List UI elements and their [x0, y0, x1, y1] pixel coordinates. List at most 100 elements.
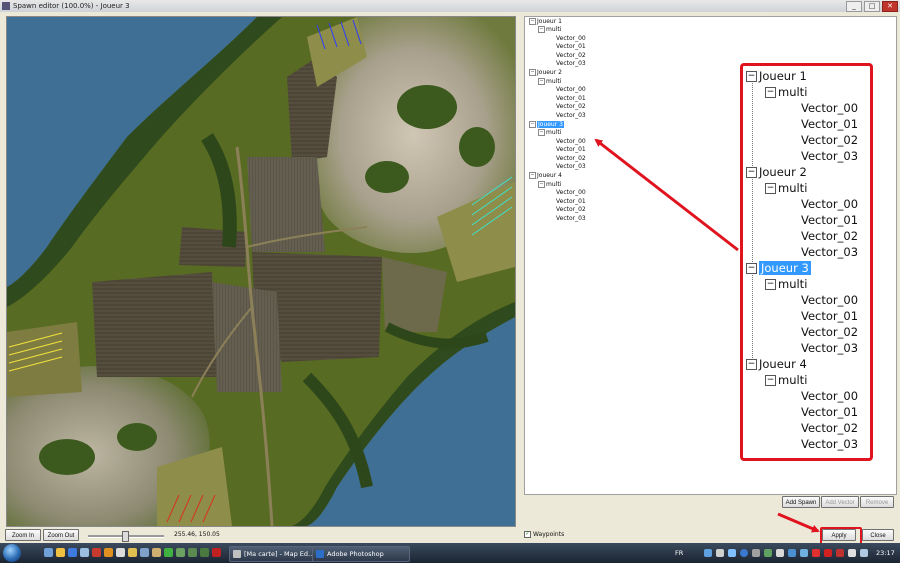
zoom-leaf-vector: Vector_01 — [801, 405, 859, 419]
taskbar-item-map-editor[interactable]: [Ma carte] - Map Ed... — [229, 546, 323, 562]
quicklaunch-app-icon[interactable] — [164, 548, 173, 557]
quicklaunch-app-icon[interactable] — [188, 548, 197, 557]
tree-node-joueur-2[interactable]: − Joueur 2 — [529, 68, 562, 77]
quicklaunch-app-icon[interactable] — [152, 548, 161, 557]
tree-leaf-vector[interactable]: Vector_01 — [556, 145, 586, 154]
tree-leaf-vector[interactable]: Vector_02 — [556, 102, 586, 111]
quicklaunch-desktop-icon[interactable] — [44, 548, 53, 557]
collapse-toggle[interactable]: − — [529, 172, 536, 179]
zoom-in-button[interactable]: Zoom In — [5, 529, 41, 541]
quicklaunch-app-icon[interactable] — [176, 548, 185, 557]
tray-icon[interactable] — [800, 549, 808, 557]
start-button[interactable] — [3, 544, 21, 562]
tree-leaf-vector[interactable]: Vector_00 — [556, 188, 586, 197]
collapse-toggle[interactable]: − — [529, 69, 536, 76]
taskbar-item-photoshop[interactable]: Adobe Photoshop — [312, 546, 410, 562]
tray-icon[interactable] — [752, 549, 760, 557]
taskbar-clock[interactable]: 23:17 — [876, 549, 895, 557]
collapse-toggle[interactable]: − — [529, 121, 536, 128]
collapse-toggle[interactable]: − — [538, 129, 545, 136]
collapse-toggle[interactable]: − — [538, 26, 545, 33]
zoom-node-joueur-4: − Joueur 4 — [746, 357, 807, 371]
checkbox-check-icon[interactable]: ✓ — [524, 531, 531, 538]
map-editor-icon — [233, 550, 241, 558]
tray-icon[interactable] — [764, 549, 772, 557]
zoom-node-multi: − multi — [765, 181, 808, 195]
waypoints-label: Waypoints — [533, 531, 565, 538]
map-view[interactable] — [6, 16, 516, 527]
quicklaunch-app-icon[interactable] — [104, 548, 113, 557]
waypoints-checkbox[interactable]: ✓ Waypoints — [524, 531, 564, 539]
zoom-node-joueur-1: − Joueur 1 — [746, 69, 807, 83]
taskbar: [Ma carte] - Map Ed... Adobe Photoshop F… — [0, 543, 900, 563]
tray-icon[interactable] — [824, 549, 832, 557]
tree-leaf-vector[interactable]: Vector_03 — [556, 214, 586, 223]
tree-guide-line — [752, 80, 753, 360]
quicklaunch-app-icon[interactable] — [140, 548, 149, 557]
tree-node-multi[interactable]: − multi — [538, 128, 561, 137]
field-plot — [212, 282, 282, 392]
zoomed-tree-callout: − Joueur 1 − multi Vector_00 Vector_01 Vec… — [740, 63, 873, 461]
zoom-leaf-vector: Vector_03 — [801, 341, 859, 355]
zoom-leaf-vector: Vector_00 — [801, 101, 859, 115]
quicklaunch-app-icon[interactable] — [128, 548, 137, 557]
tray-icon[interactable] — [716, 549, 724, 557]
tray-icon[interactable] — [836, 549, 844, 557]
zoom-out-button[interactable]: Zoom Out — [43, 529, 79, 541]
remove-button[interactable]: Remove — [860, 496, 894, 508]
tree-leaf-vector[interactable]: Vector_03 — [556, 162, 586, 171]
forest-patch — [117, 423, 157, 451]
close-window-button[interactable]: ✕ — [882, 1, 898, 12]
zoom-leaf-vector: Vector_00 — [801, 197, 859, 211]
maximize-button[interactable]: □ — [864, 1, 880, 12]
tray-icon[interactable] — [776, 549, 784, 557]
tree-leaf-vector[interactable]: Vector_01 — [556, 42, 586, 51]
map-canvas[interactable] — [7, 17, 515, 526]
tree-leaf-vector[interactable]: Vector_02 — [556, 205, 586, 214]
zoom-slider-thumb[interactable] — [122, 531, 129, 542]
quicklaunch-browser-icon[interactable] — [68, 548, 77, 557]
close-button[interactable]: Close — [862, 529, 894, 541]
quicklaunch-app-icon[interactable] — [212, 548, 221, 557]
field-plot — [92, 272, 217, 377]
volume-icon[interactable] — [860, 549, 868, 557]
tree-node-joueur-4[interactable]: − Joueur 4 — [529, 171, 562, 180]
spawn-zone-west — [7, 322, 82, 397]
add-spawn-button[interactable]: Add Spawn — [782, 496, 820, 508]
tree-leaf-vector[interactable]: Vector_03 — [556, 59, 586, 68]
tree-leaf-vector[interactable]: Vector_03 — [556, 111, 586, 120]
window-controls: _ □ ✕ — [846, 1, 898, 12]
collapse-toggle[interactable]: − — [538, 78, 545, 85]
zoom-node-multi: − multi — [765, 373, 808, 387]
collapse-toggle[interactable]: − — [538, 181, 545, 188]
tree-node-multi[interactable]: − multi — [538, 25, 561, 34]
tray-icon[interactable] — [848, 549, 856, 557]
zoom-node-joueur-3: − Joueur 3 — [746, 261, 811, 275]
quicklaunch-app-icon[interactable] — [116, 548, 125, 557]
zoom-node-multi: − multi — [765, 85, 808, 99]
tray-icon[interactable] — [788, 549, 796, 557]
collapse-toggle[interactable]: − — [529, 18, 536, 25]
photoshop-icon — [316, 550, 324, 558]
minimize-button[interactable]: _ — [846, 1, 862, 12]
window-title: Spawn editor (100.0%) - Joueur 3 — [13, 2, 130, 10]
forest-patch — [459, 127, 495, 167]
tree-leaf-vector[interactable]: Vector_00 — [556, 85, 586, 94]
zoom-leaf-vector: Vector_02 — [801, 229, 859, 243]
quicklaunch-folder-icon[interactable] — [56, 548, 65, 557]
quicklaunch-app-icon[interactable] — [200, 548, 209, 557]
zoom-leaf-vector: Vector_03 — [801, 245, 859, 259]
language-indicator[interactable]: FR — [675, 549, 683, 557]
quicklaunch-app-icon[interactable] — [92, 548, 101, 557]
add-vector-button[interactable]: Add Vector — [821, 496, 859, 508]
zoom-leaf-vector: Vector_03 — [801, 149, 859, 163]
tray-icon[interactable] — [740, 549, 748, 557]
tray-icon[interactable] — [704, 549, 712, 557]
field-plot — [179, 227, 247, 267]
zoom-leaf-vector: Vector_00 — [801, 389, 859, 403]
quicklaunch-app-icon[interactable] — [80, 548, 89, 557]
tray-icon[interactable] — [812, 549, 820, 557]
zoom-leaf-vector: Vector_01 — [801, 117, 859, 131]
zoom-leaf-vector: Vector_02 — [801, 133, 859, 147]
tray-icon[interactable] — [728, 549, 736, 557]
